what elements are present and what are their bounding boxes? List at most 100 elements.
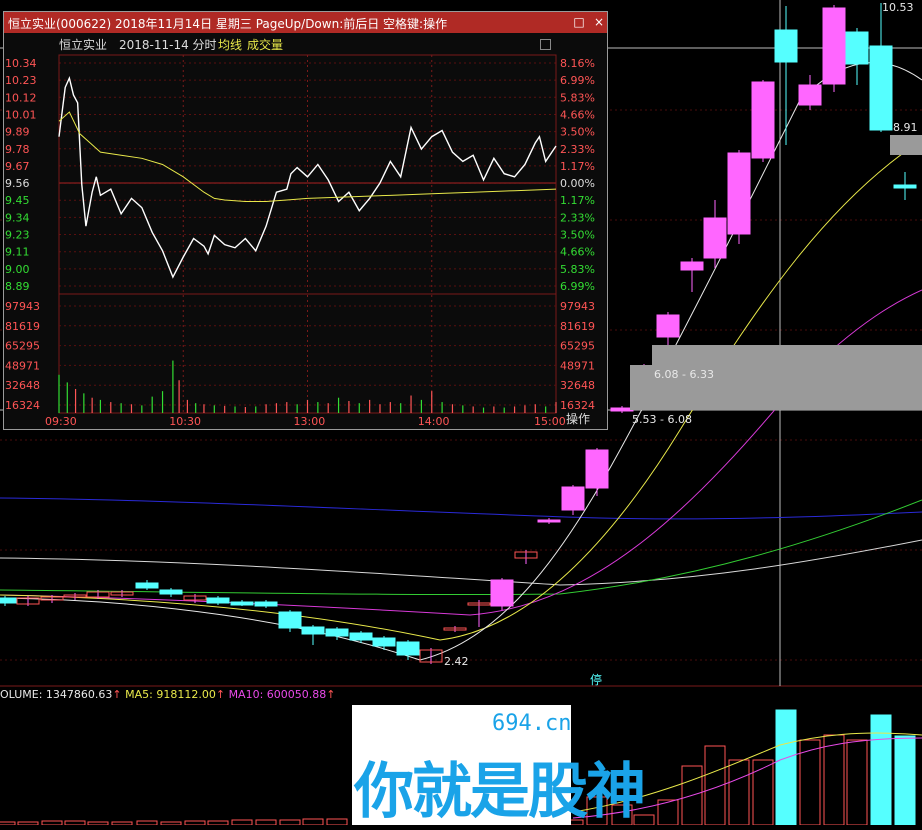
close-button[interactable]: × bbox=[590, 14, 608, 30]
candle[interactable] bbox=[845, 31, 869, 65]
maximize-button[interactable]: □ bbox=[570, 14, 588, 30]
intraday-popup[interactable]: 恒立实业(000622) 2018年11月14日 星期三 PageUp/Down… bbox=[3, 11, 608, 430]
time-tick: 10:30 bbox=[169, 415, 201, 428]
operate-button[interactable]: 操作 bbox=[566, 411, 590, 426]
candle[interactable] bbox=[537, 519, 561, 523]
price-tick: 10.23 bbox=[5, 74, 37, 87]
settings-icon[interactable] bbox=[540, 39, 551, 50]
ma-line bbox=[0, 539, 922, 586]
volume-tick: 65295 bbox=[560, 340, 595, 353]
percent-axis: 8.16% 6.99% 5.83% 4.66% 3.50% 2.33% 1.17% 0.00%… bbox=[560, 57, 595, 412]
volume-tick: 32648 bbox=[5, 379, 40, 392]
ma5-value: MA5: 918112.00 bbox=[125, 688, 216, 701]
candle[interactable] bbox=[585, 449, 609, 489]
candle[interactable] bbox=[396, 641, 420, 656]
volume-bar bbox=[894, 735, 916, 825]
candle[interactable] bbox=[561, 486, 585, 511]
price-tick: 9.89 bbox=[5, 126, 30, 139]
candle[interactable] bbox=[349, 632, 373, 641]
volume-tick: 97943 bbox=[5, 300, 40, 313]
volume-bar bbox=[136, 820, 158, 825]
high-price-label: 10.53 bbox=[882, 1, 914, 14]
volume-tick: 32648 bbox=[560, 379, 595, 392]
candle[interactable] bbox=[325, 628, 349, 637]
candle[interactable] bbox=[301, 626, 325, 635]
plot-frame bbox=[58, 54, 557, 414]
candle[interactable] bbox=[372, 637, 396, 647]
candle[interactable] bbox=[680, 261, 704, 271]
price-line bbox=[58, 75, 557, 279]
pct-tick: 3.50% bbox=[560, 229, 595, 242]
volume-bar bbox=[752, 759, 774, 825]
candle[interactable] bbox=[254, 601, 278, 607]
price-tick: 9.67 bbox=[5, 160, 30, 173]
time-tick: 15:00 bbox=[534, 415, 566, 428]
candle[interactable] bbox=[751, 81, 775, 159]
stock-name: 恒立实业 bbox=[59, 38, 108, 52]
candle[interactable] bbox=[0, 597, 17, 604]
price-tick: 9.00 bbox=[5, 263, 30, 276]
ma-price-label: 8.91 bbox=[893, 121, 918, 134]
pct-tick: 0.00% bbox=[560, 177, 595, 190]
volume-bar bbox=[255, 819, 277, 825]
candle[interactable] bbox=[774, 29, 798, 63]
volume-legend: OLUME: 1347860.63↑ MA5: 918112.00↑ MA10:… bbox=[0, 688, 336, 701]
candle[interactable] bbox=[278, 611, 302, 629]
volume-value: OLUME: 1347860.63 bbox=[0, 688, 113, 701]
price-tick: 9.23 bbox=[5, 229, 30, 242]
pct-tick: 2.33% bbox=[560, 211, 595, 224]
pct-tick: 3.50% bbox=[560, 126, 595, 139]
volume-bar bbox=[846, 739, 868, 825]
price-tick: 9.56 bbox=[5, 177, 30, 190]
low-price-label: 2.42 bbox=[444, 655, 469, 668]
pct-tick: 2.33% bbox=[560, 143, 595, 156]
popup-title: 恒立实业(000622) 2018年11月14日 星期三 PageUp/Down… bbox=[8, 17, 448, 31]
ma-line bbox=[0, 499, 922, 596]
time-tick: 09:30 bbox=[45, 415, 77, 428]
volume-tick: 65295 bbox=[5, 340, 40, 353]
pct-tick: 1.17% bbox=[560, 160, 595, 173]
volume-tick: 97943 bbox=[560, 300, 595, 313]
candle[interactable] bbox=[798, 84, 822, 106]
price-tick: 8.89 bbox=[5, 280, 30, 293]
candle[interactable] bbox=[230, 601, 254, 606]
candle[interactable] bbox=[159, 589, 183, 595]
price-tick: 9.11 bbox=[5, 246, 30, 259]
pct-tick: 4.66% bbox=[560, 246, 595, 259]
volume-bar bbox=[184, 820, 206, 825]
time-tick: 14:00 bbox=[418, 415, 450, 428]
candle[interactable] bbox=[869, 45, 893, 131]
candle[interactable] bbox=[135, 582, 159, 589]
suspension-marker: 停 bbox=[590, 672, 602, 687]
candle[interactable] bbox=[610, 407, 634, 412]
volume-tick: 48971 bbox=[5, 359, 40, 372]
candle[interactable] bbox=[703, 217, 727, 259]
ma10-value: MA10: 600050.88 bbox=[228, 688, 327, 701]
volume-tick: 16324 bbox=[560, 399, 595, 412]
candle[interactable] bbox=[727, 152, 751, 235]
candle[interactable] bbox=[822, 7, 846, 85]
cost-zone bbox=[890, 135, 922, 155]
intraday-grid bbox=[58, 54, 557, 414]
volume-bar bbox=[41, 820, 63, 825]
cost-zone-label-2: 5.53 - 6.08 bbox=[632, 413, 692, 426]
avg-line-label: 均线 bbox=[218, 38, 243, 52]
candle[interactable] bbox=[490, 579, 514, 607]
candle[interactable] bbox=[656, 314, 680, 338]
intraday-chart: 10.34 10.23 10.12 10.01 9.89 9.78 9.67 9.56 9.45… bbox=[5, 54, 595, 428]
volume-tick: 81619 bbox=[5, 320, 40, 333]
candle[interactable] bbox=[893, 184, 917, 189]
ma-line bbox=[0, 497, 922, 520]
price-tick: 9.78 bbox=[5, 143, 30, 156]
watermark-logo: 694.cn 你就是股神 bbox=[352, 705, 646, 827]
candle[interactable] bbox=[206, 597, 230, 604]
cost-zone-label-1: 6.08 - 6.33 bbox=[654, 368, 714, 381]
popup-titlebar[interactable]: 恒立实业(000622) 2018年11月14日 星期三 PageUp/Down… bbox=[4, 12, 607, 33]
watermark-url: 694.cn bbox=[492, 711, 572, 736]
price-tick: 9.45 bbox=[5, 194, 30, 207]
popup-subbar: 恒立实业 2018-11-14 分时 均线 成交量 bbox=[4, 33, 607, 53]
volume-bar bbox=[775, 709, 797, 825]
time-axis: 09:30 10:30 13:00 14:00 15:00 bbox=[45, 415, 566, 428]
price-tick: 9.34 bbox=[5, 211, 30, 224]
volume-bar bbox=[870, 714, 892, 825]
